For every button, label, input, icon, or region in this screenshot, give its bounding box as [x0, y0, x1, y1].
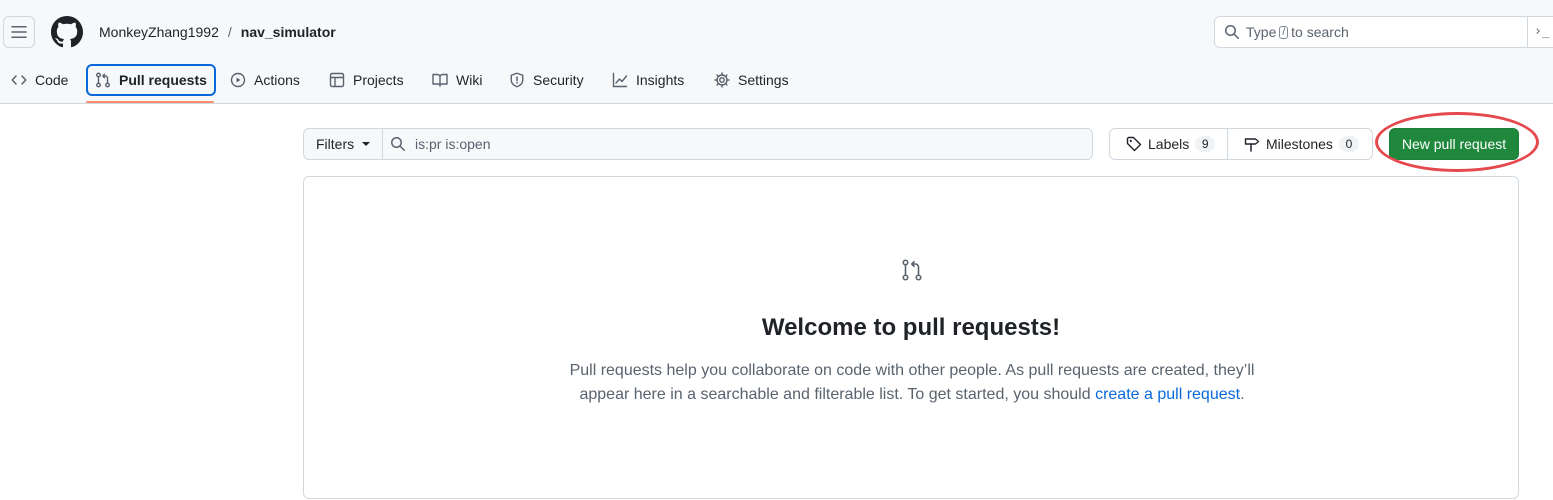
graph-icon — [612, 72, 628, 88]
tab-label: Pull requests — [119, 72, 207, 88]
search-icon — [1225, 25, 1239, 39]
selected-tab-underline — [86, 101, 214, 103]
repo-header: MonkeyZhang1992 / nav_simulator Type / t… — [0, 0, 1553, 104]
repo-name-link[interactable]: nav_simulator — [241, 24, 336, 40]
hamburger-icon — [11, 26, 27, 38]
tab-actions[interactable]: Actions — [230, 64, 300, 96]
git-pull-request-icon — [902, 259, 922, 281]
breadcrumb-separator: / — [227, 24, 232, 40]
filter-bar: Filters is:pr is:open — [303, 128, 1093, 160]
tab-label: Projects — [353, 72, 404, 88]
filter-search-input[interactable]: is:pr is:open — [383, 129, 1092, 159]
search-shortcut-key: / — [1279, 25, 1289, 39]
search-icon — [391, 137, 405, 151]
blankslate-title: Welcome to pull requests! — [761, 314, 1061, 341]
milestone-icon — [1244, 138, 1260, 152]
blankslate-description: Pull requests help you collaborate on co… — [562, 359, 1262, 407]
tab-label: Insights — [636, 72, 685, 88]
milestones-label: Milestones — [1266, 136, 1333, 152]
blankslate: Welcome to pull requests! Pull requests … — [303, 176, 1519, 499]
shield-icon — [510, 72, 524, 88]
tab-wiki[interactable]: Wiki — [432, 64, 482, 96]
command-palette-icon[interactable]: ›_ — [1534, 24, 1550, 39]
repo-owner-link[interactable]: MonkeyZhang1992 — [99, 24, 219, 40]
create-pull-request-link[interactable]: create a pull request — [1095, 386, 1240, 403]
search-placeholder-prefix: Type — [1246, 24, 1277, 40]
filter-query-value: is:pr is:open — [415, 136, 491, 152]
labels-milestones-group: Labels 9 Milestones 0 — [1109, 128, 1373, 160]
milestones-count-badge: 0 — [1338, 136, 1359, 152]
new-pull-request-button[interactable]: New pull request — [1389, 128, 1519, 160]
menu-button[interactable] — [3, 16, 35, 48]
github-logo-icon[interactable] — [51, 16, 83, 48]
tab-label: Actions — [254, 72, 300, 88]
breadcrumb: MonkeyZhang1992 / nav_simulator — [99, 23, 336, 41]
tag-icon — [1126, 136, 1142, 152]
global-search-input[interactable]: Type / to search ›_ — [1214, 16, 1553, 48]
play-icon — [230, 72, 246, 88]
labels-button[interactable]: Labels 9 — [1110, 129, 1228, 159]
tab-label: Wiki — [456, 72, 483, 88]
tab-security[interactable]: Security — [509, 64, 584, 96]
labels-label: Labels — [1148, 136, 1190, 152]
search-divider — [1527, 17, 1528, 47]
tab-pull-requests[interactable]: Pull requests — [86, 64, 216, 96]
milestones-button[interactable]: Milestones 0 — [1228, 129, 1372, 159]
tab-label: Settings — [738, 72, 789, 88]
tab-code[interactable]: Code — [11, 64, 68, 96]
code-icon — [11, 75, 27, 85]
tab-label: Code — [35, 72, 69, 88]
tab-label: Security — [533, 72, 584, 88]
tab-projects[interactable]: Projects — [329, 64, 404, 96]
labels-count-badge: 9 — [1195, 136, 1216, 152]
tab-settings[interactable]: Settings — [714, 64, 789, 96]
book-icon — [432, 73, 448, 87]
blankslate-text-end: . — [1240, 386, 1245, 403]
tab-insights[interactable]: Insights — [612, 64, 684, 96]
table-icon — [329, 72, 345, 88]
git-pull-request-icon — [96, 72, 110, 88]
triangle-down-icon — [362, 142, 371, 146]
search-placeholder-suffix: to search — [1291, 24, 1349, 40]
filters-dropdown-button[interactable]: Filters — [304, 129, 383, 159]
filters-label: Filters — [316, 136, 355, 152]
gear-icon — [714, 72, 730, 88]
